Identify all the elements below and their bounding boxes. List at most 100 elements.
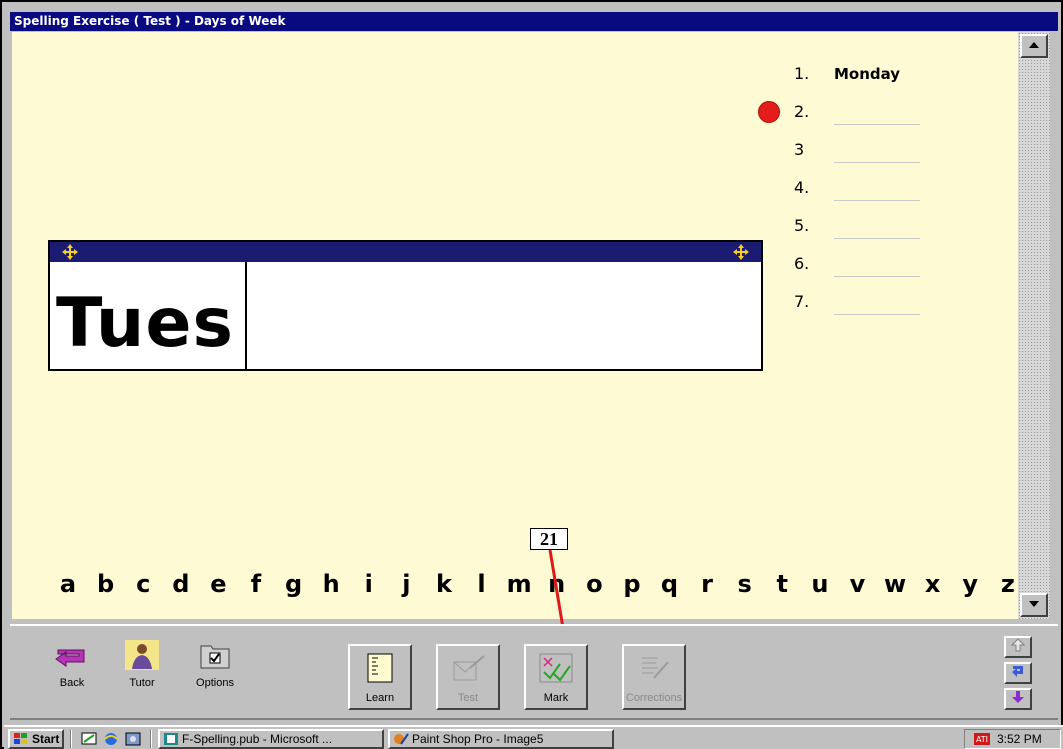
list-item-word: Monday <box>834 65 901 83</box>
annotation-label: 21 <box>530 528 568 550</box>
clock: 3:52 PM <box>997 732 1042 746</box>
letter-key[interactable]: p <box>616 570 648 602</box>
letter-key[interactable]: x <box>917 570 949 602</box>
back-arrow-icon <box>55 649 85 667</box>
alphabet-keyboard: a b c d e f g h i j k l m n o p q r s t … <box>52 570 1024 602</box>
letter-key[interactable]: s <box>729 570 761 602</box>
task-publisher[interactable]: F-Spelling.pub - Microsoft ... <box>158 729 384 749</box>
letter-key[interactable]: g <box>278 570 310 602</box>
ati-icon[interactable]: ATI <box>973 731 991 747</box>
letter-key[interactable]: f <box>240 570 272 602</box>
taskbar-separator <box>70 730 72 748</box>
start-label: Start <box>32 732 60 746</box>
corrections-list-icon <box>642 657 669 679</box>
list-item: 2. <box>758 100 1022 128</box>
publisher-icon <box>164 733 178 745</box>
letter-key[interactable]: h <box>315 570 347 602</box>
move-icon[interactable] <box>731 242 751 262</box>
current-item-marker <box>758 101 780 123</box>
answer-line <box>834 200 920 201</box>
letter-key[interactable]: l <box>466 570 498 602</box>
tutor-button[interactable]: Tutor <box>122 640 162 689</box>
letter-key[interactable]: r <box>691 570 723 602</box>
page-up-button[interactable] <box>1004 636 1032 658</box>
learn-button[interactable]: Learn <box>348 644 412 710</box>
list-item-number: 1. <box>794 64 810 83</box>
letter-key[interactable]: v <box>841 570 873 602</box>
letter-key[interactable]: k <box>428 570 460 602</box>
list-item: 3 <box>782 138 1022 166</box>
list-item: 7. <box>782 290 1022 318</box>
internet-explorer-icon[interactable] <box>102 731 120 747</box>
typed-word: Tues <box>56 284 234 363</box>
mark-checks-icon <box>539 653 573 683</box>
mark-button[interactable]: Mark <box>524 644 588 710</box>
learn-book-icon <box>367 653 393 683</box>
taskbar-separator <box>150 730 152 748</box>
letter-key[interactable]: t <box>766 570 798 602</box>
options-button[interactable]: Options <box>190 640 240 689</box>
letter-key[interactable]: o <box>578 570 610 602</box>
mark-label: Mark <box>543 692 569 704</box>
corrections-label: Corrections <box>625 692 683 704</box>
letter-key[interactable]: e <box>202 570 234 602</box>
list-item-number: 4. <box>794 178 810 197</box>
word-entry-box: Tues <box>48 240 763 371</box>
vertical-scrollbar[interactable] <box>1018 32 1050 619</box>
word-hint-panel <box>249 262 761 369</box>
test-label: Test <box>457 692 479 704</box>
up-arrow-icon <box>1010 638 1026 652</box>
windows-logo-icon <box>14 733 27 744</box>
triangle-down-icon <box>1029 601 1039 607</box>
letter-key[interactable]: c <box>127 570 159 602</box>
system-tray: ATI 3:52 PM <box>964 729 1061 749</box>
task-paintshop[interactable]: Paint Shop Pro - Image5 <box>388 729 614 749</box>
back-label: Back <box>59 677 85 689</box>
letter-key[interactable]: u <box>804 570 836 602</box>
answer-line <box>834 314 920 315</box>
answer-line <box>834 238 920 239</box>
options-label: Options <box>196 677 234 689</box>
scroll-down-button[interactable] <box>1020 593 1048 617</box>
paintshop-icon <box>394 733 409 745</box>
letter-key[interactable]: j <box>390 570 422 602</box>
return-arrow-icon <box>1012 666 1023 677</box>
typed-word-panel[interactable]: Tues <box>50 262 247 369</box>
channels-icon[interactable] <box>124 731 142 747</box>
list-item: 6. <box>782 252 1022 280</box>
list-item: 5. <box>782 214 1022 242</box>
list-item-number: 5. <box>794 216 810 235</box>
down-arrow-icon <box>1012 691 1024 703</box>
learn-label: Learn <box>365 692 395 704</box>
back-button[interactable]: Back <box>52 640 92 689</box>
letter-key[interactable]: i <box>353 570 385 602</box>
word-box-drag-bar[interactable] <box>50 242 761 262</box>
page-down-button[interactable] <box>1004 688 1032 710</box>
answer-line <box>834 124 920 125</box>
move-icon[interactable] <box>60 242 80 262</box>
scroll-up-button[interactable] <box>1020 34 1048 58</box>
list-item-number: 2. <box>794 102 810 121</box>
list-item-number: 3 <box>794 140 805 159</box>
letter-key[interactable]: m <box>503 570 535 602</box>
test-button[interactable]: Test <box>436 644 500 710</box>
letter-key[interactable]: b <box>90 570 122 602</box>
list-item-number: 7. <box>794 292 810 311</box>
corrections-button[interactable]: Corrections <box>622 644 686 710</box>
answer-line <box>834 162 920 163</box>
letter-key[interactable]: y <box>954 570 986 602</box>
task-publisher-label: F-Spelling.pub - Microsoft ... <box>182 732 333 746</box>
letter-key[interactable]: d <box>165 570 197 602</box>
return-button[interactable] <box>1004 662 1032 684</box>
letter-key[interactable]: a <box>52 570 84 602</box>
letter-key[interactable]: q <box>654 570 686 602</box>
application-window: Spelling Exercise ( Test ) - Days of Wee… <box>0 0 1063 749</box>
tutor-person-icon <box>125 640 159 670</box>
task-paintshop-label: Paint Shop Pro - Image5 <box>412 732 544 746</box>
letter-key[interactable]: w <box>879 570 911 602</box>
desktop-quicklaunch-icon[interactable] <box>80 731 98 747</box>
tutor-label: Tutor <box>129 677 155 689</box>
folder-checkbox-icon <box>200 645 230 669</box>
list-item: 4. <box>782 176 1022 204</box>
start-button[interactable]: Start <box>8 729 64 749</box>
